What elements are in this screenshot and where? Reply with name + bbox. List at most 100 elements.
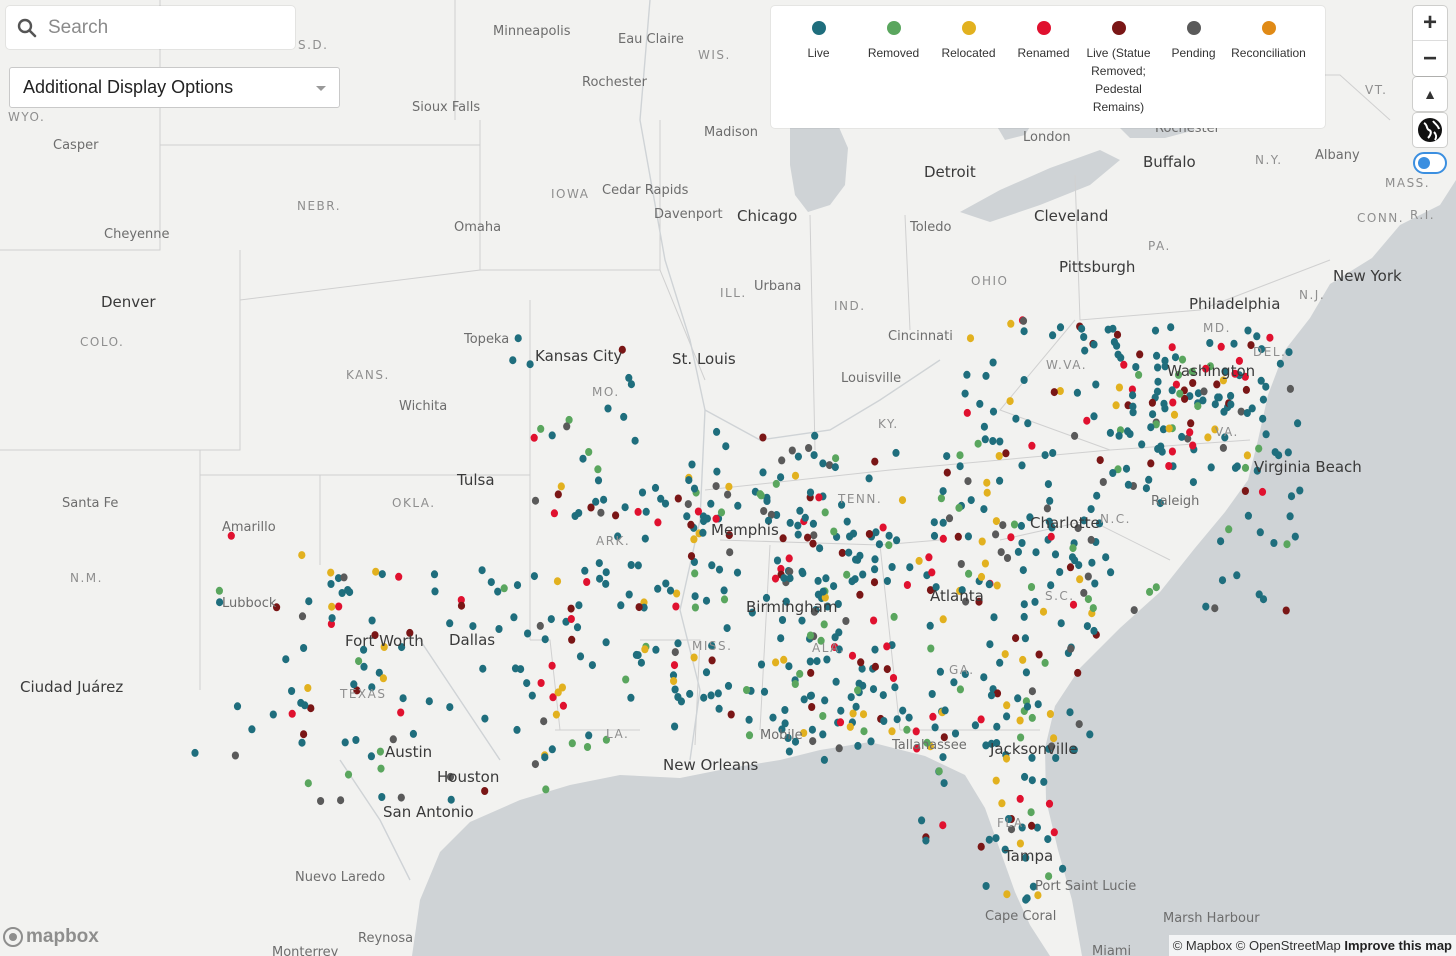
monument-marker[interactable]	[981, 435, 989, 444]
monument-marker[interactable]	[298, 551, 306, 560]
monument-marker[interactable]	[481, 787, 489, 795]
monument-marker[interactable]	[708, 561, 716, 570]
monument-marker[interactable]	[1230, 339, 1238, 348]
monument-marker[interactable]	[340, 573, 348, 582]
monument-marker[interactable]	[723, 624, 731, 633]
monument-marker[interactable]	[1028, 441, 1036, 450]
monument-marker[interactable]	[661, 499, 670, 508]
monument-marker[interactable]	[1189, 478, 1197, 487]
monument-marker[interactable]	[798, 567, 806, 576]
monument-marker[interactable]	[531, 760, 540, 769]
monument-marker[interactable]	[699, 528, 707, 537]
monument-marker[interactable]	[856, 590, 864, 599]
monument-marker[interactable]	[1107, 568, 1115, 577]
monument-marker[interactable]	[687, 520, 695, 529]
monument-marker[interactable]	[875, 540, 884, 549]
monument-marker[interactable]	[1080, 333, 1088, 341]
monument-marker[interactable]	[684, 500, 692, 509]
monument-marker[interactable]	[594, 465, 602, 474]
monument-marker[interactable]	[899, 706, 907, 715]
monument-marker[interactable]	[733, 568, 742, 577]
monument-marker[interactable]	[674, 693, 682, 701]
monument-marker[interactable]	[805, 444, 813, 452]
monument-marker[interactable]	[540, 717, 548, 726]
monument-marker[interactable]	[1213, 380, 1221, 389]
monument-marker[interactable]	[671, 722, 679, 731]
monument-marker[interactable]	[548, 745, 556, 754]
monument-marker[interactable]	[722, 442, 730, 451]
monument-marker[interactable]	[481, 714, 489, 723]
monument-marker[interactable]	[559, 701, 568, 710]
monument-marker[interactable]	[431, 587, 439, 596]
monument-marker[interactable]	[1283, 540, 1291, 549]
monument-marker[interactable]	[1019, 655, 1027, 664]
monument-marker[interactable]	[883, 642, 891, 651]
monument-marker[interactable]	[950, 678, 958, 687]
monument-marker[interactable]	[1271, 448, 1279, 457]
monument-marker[interactable]	[772, 479, 780, 488]
monument-marker[interactable]	[530, 433, 538, 442]
monument-marker[interactable]	[992, 517, 1001, 526]
monument-marker[interactable]	[842, 617, 850, 625]
monument-marker[interactable]	[1161, 404, 1169, 413]
monument-marker[interactable]	[809, 539, 817, 548]
monument-marker[interactable]	[558, 683, 567, 692]
monument-marker[interactable]	[937, 494, 946, 503]
monument-marker[interactable]	[849, 529, 858, 538]
monument-marker[interactable]	[231, 751, 239, 760]
monument-marker[interactable]	[806, 631, 815, 640]
monument-marker[interactable]	[1189, 379, 1197, 387]
monument-marker[interactable]	[1018, 539, 1026, 547]
monument-marker[interactable]	[963, 408, 971, 417]
monument-marker[interactable]	[1241, 487, 1249, 495]
monument-marker[interactable]	[305, 597, 313, 606]
monument-marker[interactable]	[780, 655, 788, 664]
monument-marker[interactable]	[1253, 332, 1261, 341]
monument-marker[interactable]	[625, 590, 633, 599]
monument-marker[interactable]	[871, 555, 879, 564]
monument-marker[interactable]	[554, 490, 562, 499]
monument-marker[interactable]	[557, 482, 565, 491]
monument-marker[interactable]	[769, 713, 777, 722]
monument-marker[interactable]	[846, 722, 854, 731]
monument-marker[interactable]	[888, 563, 896, 571]
monument-marker[interactable]	[191, 748, 199, 757]
monument-marker[interactable]	[927, 644, 935, 653]
monument-marker[interactable]	[568, 635, 576, 644]
monument-marker[interactable]	[1007, 533, 1015, 542]
monument-marker[interactable]	[804, 533, 812, 542]
monument-marker[interactable]	[1106, 428, 1114, 437]
monument-marker[interactable]	[954, 532, 962, 541]
monument-marker[interactable]	[865, 474, 873, 483]
monument-marker[interactable]	[1091, 579, 1099, 588]
monument-marker[interactable]	[760, 507, 768, 515]
monument-marker[interactable]	[1056, 568, 1064, 576]
monument-marker[interactable]	[713, 427, 721, 436]
monument-marker[interactable]	[724, 681, 733, 690]
monument-marker[interactable]	[700, 693, 708, 702]
monument-marker[interactable]	[1050, 828, 1058, 837]
monument-marker[interactable]	[760, 687, 769, 696]
monument-marker[interactable]	[1124, 480, 1132, 489]
monument-marker[interactable]	[786, 518, 794, 527]
improve-map-link[interactable]: Improve this map	[1344, 938, 1452, 953]
monument-marker[interactable]	[854, 741, 862, 750]
monument-marker[interactable]	[344, 770, 353, 779]
monument-marker[interactable]	[794, 521, 802, 530]
monument-marker[interactable]	[1066, 708, 1074, 717]
monument-marker[interactable]	[317, 797, 325, 805]
monument-marker[interactable]	[879, 523, 887, 532]
monument-marker[interactable]	[757, 660, 766, 669]
monument-marker[interactable]	[720, 586, 728, 595]
monument-marker[interactable]	[627, 561, 635, 569]
search-input[interactable]	[44, 16, 278, 39]
monument-marker[interactable]	[1021, 634, 1029, 643]
monument-marker[interactable]	[1154, 377, 1162, 386]
monument-marker[interactable]	[530, 572, 539, 581]
monument-marker[interactable]	[288, 687, 296, 695]
monument-marker[interactable]	[541, 753, 549, 762]
monument-marker[interactable]	[838, 548, 846, 557]
monument-marker[interactable]	[941, 706, 949, 715]
monument-marker[interactable]	[531, 496, 540, 505]
monument-marker[interactable]	[885, 541, 893, 550]
